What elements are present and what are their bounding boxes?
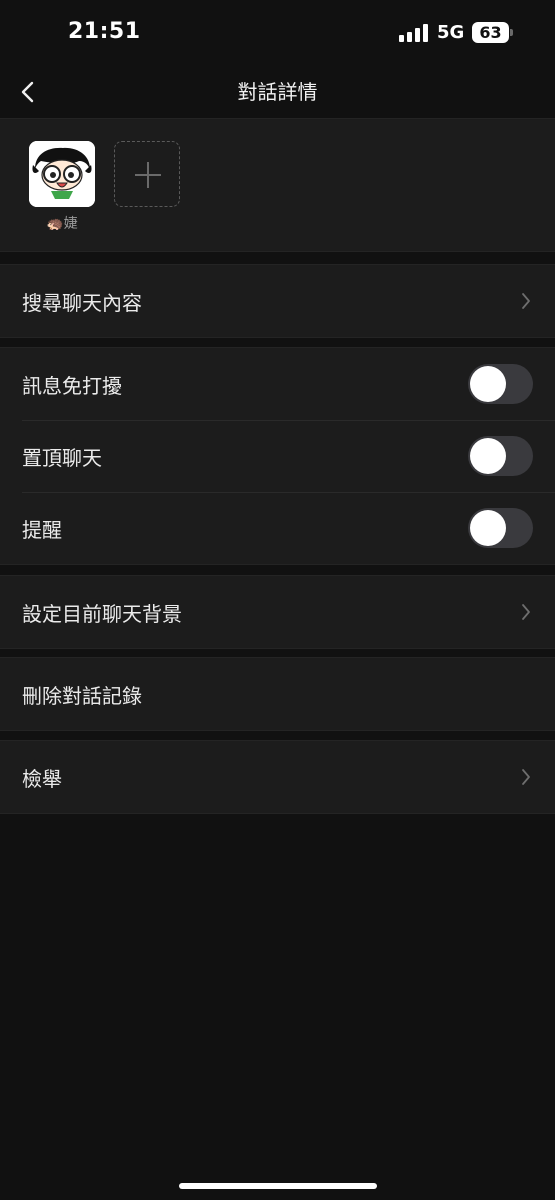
- status-bar: 21:51 5G 63: [0, 0, 555, 66]
- toggles-group: 訊息免打擾 置頂聊天 提醒: [0, 347, 555, 565]
- mute-notifications-toggle[interactable]: [468, 364, 533, 404]
- reminder-toggle[interactable]: [468, 508, 533, 548]
- background-group: 設定目前聊天背景: [0, 575, 555, 649]
- reminder-label: 提醒: [22, 518, 62, 542]
- pin-chat-label: 置頂聊天: [22, 446, 102, 470]
- toggle-knob: [470, 510, 506, 546]
- reminder-row: 提醒: [0, 492, 555, 564]
- battery-icon: 63: [472, 22, 509, 43]
- members-section: 🦔婕: [0, 118, 555, 252]
- search-chat-label: 搜尋聊天內容: [22, 291, 142, 315]
- report-group: 檢舉: [0, 740, 555, 814]
- cellular-signal-icon: [399, 24, 429, 42]
- mute-notifications-row: 訊息免打擾: [0, 348, 555, 420]
- delete-history-row[interactable]: 刪除對話記錄: [0, 658, 555, 730]
- report-label: 檢舉: [22, 767, 62, 791]
- navigation-bar: 對話詳情: [0, 66, 555, 118]
- member-item[interactable]: 🦔婕: [29, 141, 95, 233]
- member-name: 🦔婕: [46, 216, 78, 232]
- pin-chat-row: 置頂聊天: [0, 420, 555, 492]
- search-group: 搜尋聊天內容: [0, 264, 555, 338]
- chevron-right-icon: [522, 604, 530, 620]
- avatar[interactable]: [29, 141, 95, 207]
- pin-chat-toggle[interactable]: [468, 436, 533, 476]
- network-type: 5G: [437, 22, 465, 43]
- mute-notifications-label: 訊息免打擾: [22, 374, 122, 398]
- delete-group: 刪除對話記錄: [0, 657, 555, 731]
- report-row[interactable]: 檢舉: [0, 741, 555, 813]
- status-time: 21:51: [68, 19, 141, 44]
- chevron-right-icon: [522, 769, 530, 785]
- plus-icon: [135, 162, 161, 188]
- add-member-button[interactable]: [114, 141, 180, 207]
- battery-cap: [510, 29, 513, 36]
- avatar-image: [29, 141, 95, 207]
- delete-history-label: 刪除對話記錄: [22, 684, 142, 708]
- home-indicator[interactable]: [179, 1183, 377, 1189]
- search-chat-row[interactable]: 搜尋聊天內容: [0, 265, 555, 337]
- toggle-knob: [470, 438, 506, 474]
- toggle-knob: [470, 366, 506, 402]
- chat-background-row[interactable]: 設定目前聊天背景: [0, 576, 555, 648]
- page-title: 對話詳情: [237, 80, 318, 104]
- chat-background-label: 設定目前聊天背景: [22, 602, 182, 626]
- chevron-right-icon: [522, 293, 530, 309]
